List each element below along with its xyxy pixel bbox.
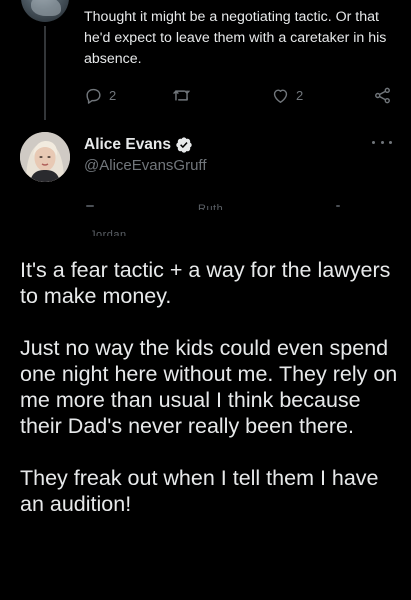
previous-tweet-actions: 2 2 [84, 84, 398, 106]
retweet-icon [173, 89, 190, 101]
author-avatar[interactable] [20, 132, 70, 182]
previous-tweet-text: Thought it might be a negotiating tactic… [84, 9, 387, 67]
previous-tweet-avatar[interactable] [21, 0, 69, 22]
author-display-name[interactable]: Alice Evans [84, 136, 171, 154]
reply-icon [86, 88, 101, 104]
more-options-icon[interactable] [372, 135, 392, 149]
author-name-row[interactable]: Alice Evans [84, 135, 193, 155]
cropped-content-strip: Ruth. Jordan [0, 203, 411, 239]
reply-count: 2 [109, 87, 117, 103]
cropped-word: Jordan [90, 230, 127, 236]
author-photo [20, 132, 70, 182]
share-button[interactable] [373, 84, 392, 106]
like-count: 2 [296, 87, 304, 103]
cropped-mark [336, 205, 340, 207]
cropped-mark [86, 205, 94, 207]
retweet-button[interactable] [172, 84, 197, 106]
reply-button[interactable]: 2 [84, 84, 116, 106]
tweet-paragraph: They freak out when I tell them I have a… [20, 466, 379, 516]
share-icon [375, 87, 390, 103]
tweet-paragraph: It's a fear tactic + a way for the lawye… [20, 258, 391, 308]
like-icon [273, 88, 288, 103]
author-handle[interactable]: @AliceEvansGruff [84, 157, 207, 174]
tweet-text: It's a fear tactic + a way for the lawye… [20, 257, 400, 517]
verified-badge-icon [176, 137, 192, 153]
thread-connector-line [44, 26, 46, 120]
like-button[interactable]: 2 [271, 84, 303, 106]
tweet-paragraph: Just no way the kids could even spend on… [20, 336, 398, 438]
cropped-word: Ruth. [198, 204, 227, 210]
